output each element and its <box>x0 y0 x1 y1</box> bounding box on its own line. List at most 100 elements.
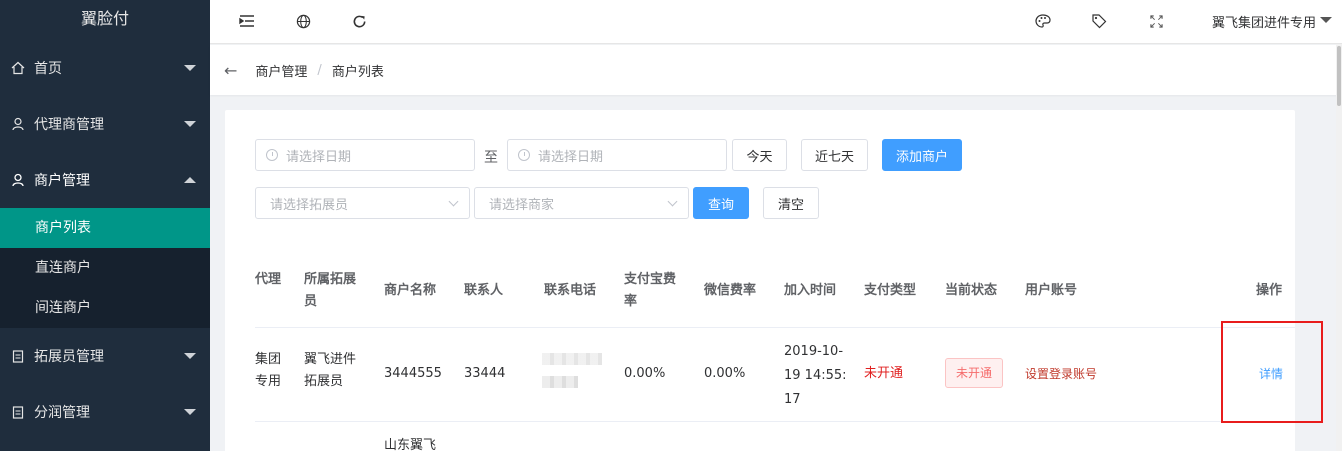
header-line: 所属拓展 <box>304 272 357 287</box>
column-header-agent: 代理 <box>255 272 282 287</box>
cell-line: 集团 <box>255 352 282 367</box>
menu-item-promoter[interactable]: 拓展员管理 <box>0 328 210 384</box>
column-header-promoter: 所属拓展 员 <box>304 269 356 313</box>
clipboard-icon <box>10 404 26 420</box>
cell-wechat-rate: 0.00% <box>704 366 746 381</box>
cell-line: 2019-10- <box>784 344 844 359</box>
merchant-submenu: 商户列表 直连商户 间连商户 <box>0 208 210 328</box>
cell-line: 19 14:55: <box>784 368 847 383</box>
home-icon <box>10 60 26 76</box>
merchant-select[interactable]: 请选择商家 <box>474 187 689 219</box>
header-line: 率 <box>624 294 638 309</box>
menu-label: 首页 <box>34 61 62 77</box>
column-header-account: 用户账号 <box>1025 283 1078 298</box>
refresh-icon[interactable] <box>350 12 368 30</box>
chevron-up-icon <box>184 177 196 183</box>
globe-icon[interactable] <box>294 12 312 30</box>
scrollbar-thumb[interactable] <box>1337 46 1341 106</box>
submenu-direct-merchant[interactable]: 直连商户 <box>0 248 210 288</box>
placeholder-text: 请选择拓展员 <box>270 197 349 213</box>
submenu-merchant-list[interactable]: 商户列表 <box>0 208 210 248</box>
brand-title: 翼脸付 <box>80 9 129 28</box>
back-arrow-icon[interactable]: ← <box>224 61 237 80</box>
cell-line: 翼飞进件 <box>304 352 357 367</box>
user-dropdown-label[interactable]: 翼飞集团进件专用 <box>1212 12 1316 31</box>
vertical-scrollbar[interactable] <box>1336 44 1342 451</box>
blurred-phone <box>542 353 602 365</box>
breadcrumb: ← 商户管理 / 商户列表 <box>210 45 1342 95</box>
column-header-name: 商户名称 <box>384 283 437 298</box>
end-date-input[interactable]: 请选择日期 <box>507 139 727 171</box>
palette-icon[interactable] <box>1034 12 1052 30</box>
cell-line: 拓展员 <box>304 374 344 389</box>
highlight-annotation-box <box>1221 321 1323 423</box>
today-button[interactable]: 今天 <box>732 139 787 171</box>
content-card: 请选择日期 至 请选择日期 今天 近七天 添加商户 请选择拓展员 请选择商家 查… <box>225 110 1295 451</box>
blurred-phone <box>542 376 578 388</box>
status-badge: 未开通 <box>945 358 1004 388</box>
column-header-pay-type: 支付类型 <box>864 283 917 298</box>
cell-contact: 33444 <box>464 366 506 381</box>
column-header-status: 当前状态 <box>945 283 998 298</box>
cell-line: 专用 <box>255 374 282 389</box>
fullscreen-icon[interactable] <box>1147 12 1165 30</box>
column-header-alipay-rate: 支付宝费 率 <box>624 269 676 313</box>
query-button[interactable]: 查询 <box>693 187 749 219</box>
header-line: 支付宝费 <box>624 272 677 287</box>
row-divider <box>255 421 1295 422</box>
menu-item-merchant[interactable]: 商户管理 <box>0 152 210 208</box>
clock-icon <box>266 149 278 161</box>
menu-label: 商户管理 <box>34 173 90 189</box>
cell-agent: 集团 专用 <box>255 349 281 393</box>
add-merchant-button[interactable]: 添加商户 <box>882 139 962 171</box>
cell-line: 17 <box>784 392 801 407</box>
chevron-down-icon <box>184 65 196 71</box>
chevron-down-icon <box>667 196 678 207</box>
clock-icon <box>518 149 530 161</box>
column-header-join-time: 加入时间 <box>784 283 837 298</box>
cell-merchant-name: 山东翼飞 <box>384 438 437 451</box>
chevron-down-icon <box>184 121 196 127</box>
user-icon <box>10 116 26 132</box>
promoter-select[interactable]: 请选择拓展员 <box>255 187 470 219</box>
column-header-contact: 联系人 <box>464 283 504 298</box>
column-header-action: 操作 <box>1256 283 1283 298</box>
breadcrumb-item[interactable]: 商户管理 <box>255 61 307 80</box>
placeholder-text: 请选择商家 <box>489 197 555 213</box>
cell-alipay-rate: 0.00% <box>624 366 666 381</box>
start-date-input[interactable]: 请选择日期 <box>255 139 475 171</box>
menu-item-profit[interactable]: 分润管理 <box>0 384 210 440</box>
tag-icon[interactable] <box>1090 12 1108 30</box>
top-header: 翼飞集团进件专用 <box>210 0 1342 44</box>
sidebar: 翼脸付 首页 代理商管理 商户管理 商户列表 直连商户 间连商户 拓展员管理 分… <box>0 0 210 451</box>
date-range-separator: 至 <box>484 150 498 166</box>
menu-label: 拓展员管理 <box>34 349 104 365</box>
user-icon <box>10 172 26 188</box>
submenu-indirect-merchant[interactable]: 间连商户 <box>0 288 210 328</box>
clear-button[interactable]: 清空 <box>763 187 819 219</box>
cell-merchant-name: 3444555 <box>384 366 442 381</box>
caret-down-icon[interactable] <box>1320 17 1332 23</box>
column-header-phone: 联系电话 <box>544 283 597 298</box>
menu-fold-icon[interactable] <box>238 12 256 30</box>
cell-join-time: 2019-10- 19 14:55: 17 <box>784 340 847 412</box>
breadcrumb-item-current: 商户列表 <box>331 64 384 80</box>
placeholder-text: 请选择日期 <box>538 149 604 165</box>
menu-label: 代理商管理 <box>34 117 104 133</box>
set-login-account-link[interactable]: 设置登录账号 <box>1025 363 1097 385</box>
cell-promoter: 翼飞进件 拓展员 <box>304 349 356 393</box>
header-line: 员 <box>304 294 318 309</box>
chevron-down-icon <box>448 196 459 207</box>
last-seven-days-button[interactable]: 近七天 <box>801 139 868 171</box>
row-divider <box>255 327 1295 328</box>
menu-item-home[interactable]: 首页 <box>0 40 210 96</box>
menu-label: 分润管理 <box>34 405 90 421</box>
cell-pay-type: 未开通 <box>864 366 904 381</box>
placeholder-text: 请选择日期 <box>286 149 352 165</box>
chevron-down-icon <box>184 353 196 359</box>
chevron-down-icon <box>184 409 196 415</box>
menu-item-agent[interactable]: 代理商管理 <box>0 96 210 152</box>
clipboard-icon <box>10 348 26 364</box>
breadcrumb-separator: / <box>317 62 322 78</box>
column-header-wechat-rate: 微信费率 <box>704 283 757 298</box>
